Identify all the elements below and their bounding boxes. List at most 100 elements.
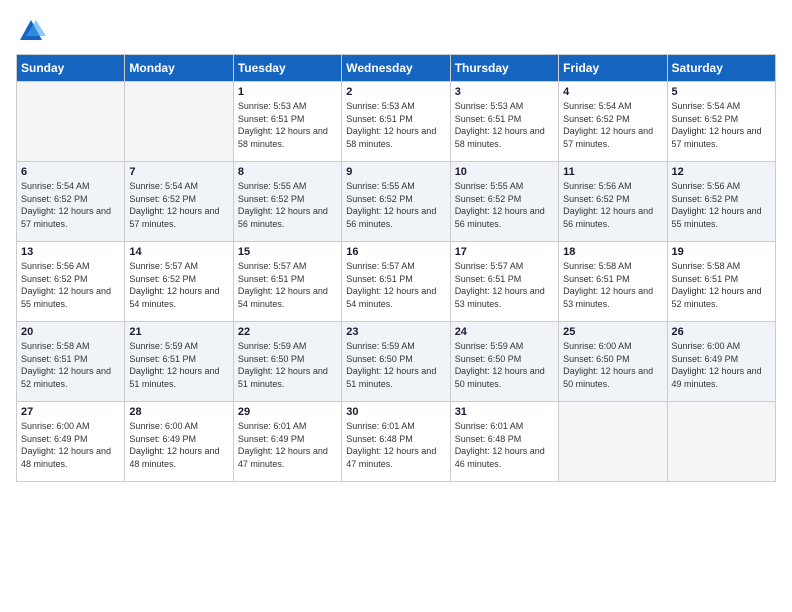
weekday-header-thursday: Thursday <box>450 55 558 82</box>
day-number: 6 <box>21 166 120 178</box>
calendar-cell <box>559 402 667 482</box>
day-number: 19 <box>672 246 771 258</box>
day-number: 8 <box>238 166 337 178</box>
day-number: 21 <box>129 326 228 338</box>
day-info: Sunrise: 5:58 AMSunset: 6:51 PMDaylight:… <box>672 260 771 310</box>
calendar-cell: 8 Sunrise: 5:55 AMSunset: 6:52 PMDaylight… <box>233 162 341 242</box>
day-info: Sunrise: 5:57 AMSunset: 6:51 PMDaylight:… <box>346 260 445 310</box>
week-row-5: 27Sunrise: 6:00 AMSunset: 6:49 PMDayligh… <box>17 402 776 482</box>
day-info: Sunrise: 5:54 AMSunset: 6:52 PMDaylight:… <box>21 180 120 230</box>
day-number: 13 <box>21 246 120 258</box>
day-number: 18 <box>563 246 662 258</box>
day-number: 12 <box>672 166 771 178</box>
weekday-header-saturday: Saturday <box>667 55 775 82</box>
calendar-cell: 27Sunrise: 6:00 AMSunset: 6:49 PMDayligh… <box>17 402 125 482</box>
day-number: 24 <box>455 326 554 338</box>
day-info: Sunrise: 5:59 AMSunset: 6:50 PMDaylight:… <box>238 340 337 390</box>
calendar-cell: 10Sunrise: 5:55 AMSunset: 6:52 PMDayligh… <box>450 162 558 242</box>
calendar-cell: 14 Sunrise: 5:57 AMSunset: 6:52 PMDayligh… <box>125 242 233 322</box>
day-info: Sunrise: 5:58 AMSunset: 6:51 PMDaylight:… <box>21 340 120 390</box>
day-number: 29 <box>238 406 337 418</box>
day-info: Sunrise: 6:00 AMSunset: 6:50 PMDaylight:… <box>563 340 662 390</box>
day-number: 2 <box>346 86 445 98</box>
calendar-cell: 30Sunrise: 6:01 AMSunset: 6:48 PMDayligh… <box>342 402 450 482</box>
calendar-cell: 29 Sunrise: 6:01 AMSunset: 6:49 PMDayligh… <box>233 402 341 482</box>
day-info: Sunrise: 5:56 AMSunset: 6:52 PMDaylight:… <box>21 260 120 310</box>
calendar-cell: 24 Sunrise: 5:59 AMSunset: 6:50 PMDayligh… <box>450 322 558 402</box>
day-info: Sunrise: 5:58 AMSunset: 6:51 PMDaylight:… <box>563 260 662 310</box>
day-info: Sunrise: 5:54 AMSunset: 6:52 PMDaylight:… <box>129 180 228 230</box>
calendar-cell: 4 Sunrise: 5:54 AMSunset: 6:52 PMDaylight… <box>559 82 667 162</box>
weekday-header-monday: Monday <box>125 55 233 82</box>
day-number: 26 <box>672 326 771 338</box>
day-info: Sunrise: 5:55 AMSunset: 6:52 PMDaylight:… <box>455 180 554 230</box>
weekday-header-sunday: Sunday <box>17 55 125 82</box>
day-number: 23 <box>346 326 445 338</box>
calendar-cell <box>125 82 233 162</box>
week-row-3: 13 Sunrise: 5:56 AMSunset: 6:52 PMDayligh… <box>17 242 776 322</box>
calendar-cell: 7 Sunrise: 5:54 AMSunset: 6:52 PMDaylight… <box>125 162 233 242</box>
calendar-cell: 11Sunrise: 5:56 AMSunset: 6:52 PMDayligh… <box>559 162 667 242</box>
day-info: Sunrise: 6:01 AMSunset: 6:48 PMDaylight:… <box>346 420 445 470</box>
week-row-4: 20 Sunrise: 5:58 AMSunset: 6:51 PMDayligh… <box>17 322 776 402</box>
day-info: Sunrise: 6:00 AMSunset: 6:49 PMDaylight:… <box>672 340 771 390</box>
day-info: Sunrise: 5:53 AMSunset: 6:51 PMDaylight:… <box>238 100 337 150</box>
weekday-header-wednesday: Wednesday <box>342 55 450 82</box>
calendar-cell: 22 Sunrise: 5:59 AMSunset: 6:50 PMDayligh… <box>233 322 341 402</box>
day-info: Sunrise: 5:54 AMSunset: 6:52 PMDaylight:… <box>563 100 662 150</box>
day-info: Sunrise: 5:53 AMSunset: 6:51 PMDaylight:… <box>346 100 445 150</box>
day-number: 7 <box>129 166 228 178</box>
calendar-cell: 15Sunrise: 5:57 AMSunset: 6:51 PMDayligh… <box>233 242 341 322</box>
calendar-cell: 13 Sunrise: 5:56 AMSunset: 6:52 PMDayligh… <box>17 242 125 322</box>
calendar-cell: 31 Sunrise: 6:01 AMSunset: 6:48 PMDayligh… <box>450 402 558 482</box>
weekday-header-tuesday: Tuesday <box>233 55 341 82</box>
day-info: Sunrise: 5:59 AMSunset: 6:51 PMDaylight:… <box>129 340 228 390</box>
calendar-cell: 28 Sunrise: 6:00 AMSunset: 6:49 PMDayligh… <box>125 402 233 482</box>
calendar-cell <box>667 402 775 482</box>
week-row-2: 6 Sunrise: 5:54 AMSunset: 6:52 PMDaylight… <box>17 162 776 242</box>
calendar: SundayMondayTuesdayWednesdayThursdayFrid… <box>16 54 776 482</box>
day-info: Sunrise: 5:57 AMSunset: 6:51 PMDaylight:… <box>455 260 554 310</box>
calendar-cell: 18 Sunrise: 5:58 AMSunset: 6:51 PMDayligh… <box>559 242 667 322</box>
day-info: Sunrise: 6:01 AMSunset: 6:49 PMDaylight:… <box>238 420 337 470</box>
calendar-cell <box>17 82 125 162</box>
day-info: Sunrise: 5:55 AMSunset: 6:52 PMDaylight:… <box>238 180 337 230</box>
day-number: 1 <box>238 86 337 98</box>
calendar-cell: 2 Sunrise: 5:53 AMSunset: 6:51 PMDaylight… <box>342 82 450 162</box>
calendar-cell: 25 Sunrise: 6:00 AMSunset: 6:50 PMDayligh… <box>559 322 667 402</box>
day-info: Sunrise: 5:59 AMSunset: 6:50 PMDaylight:… <box>455 340 554 390</box>
day-info: Sunrise: 5:57 AMSunset: 6:52 PMDaylight:… <box>129 260 228 310</box>
day-info: Sunrise: 6:00 AMSunset: 6:49 PMDaylight:… <box>21 420 120 470</box>
day-number: 9 <box>346 166 445 178</box>
day-info: Sunrise: 5:55 AMSunset: 6:52 PMDaylight:… <box>346 180 445 230</box>
day-number: 5 <box>672 86 771 98</box>
calendar-cell: 3 Sunrise: 5:53 AMSunset: 6:51 PMDaylight… <box>450 82 558 162</box>
calendar-cell: 6 Sunrise: 5:54 AMSunset: 6:52 PMDaylight… <box>17 162 125 242</box>
day-number: 11 <box>563 166 662 178</box>
calendar-cell: 23 Sunrise: 5:59 AMSunset: 6:50 PMDayligh… <box>342 322 450 402</box>
calendar-cell: 9 Sunrise: 5:55 AMSunset: 6:52 PMDaylight… <box>342 162 450 242</box>
day-info: Sunrise: 5:53 AMSunset: 6:51 PMDaylight:… <box>455 100 554 150</box>
week-row-1: 1 Sunrise: 5:53 AMSunset: 6:51 PMDaylight… <box>17 82 776 162</box>
day-number: 3 <box>455 86 554 98</box>
day-info: Sunrise: 6:00 AMSunset: 6:49 PMDaylight:… <box>129 420 228 470</box>
weekday-header-friday: Friday <box>559 55 667 82</box>
day-number: 14 <box>129 246 228 258</box>
header <box>16 16 776 46</box>
calendar-cell: 16Sunrise: 5:57 AMSunset: 6:51 PMDayligh… <box>342 242 450 322</box>
day-number: 28 <box>129 406 228 418</box>
day-info: Sunrise: 5:57 AMSunset: 6:51 PMDaylight:… <box>238 260 337 310</box>
calendar-cell: 20 Sunrise: 5:58 AMSunset: 6:51 PMDayligh… <box>17 322 125 402</box>
day-number: 4 <box>563 86 662 98</box>
day-info: Sunrise: 5:59 AMSunset: 6:50 PMDaylight:… <box>346 340 445 390</box>
calendar-cell: 17Sunrise: 5:57 AMSunset: 6:51 PMDayligh… <box>450 242 558 322</box>
day-number: 22 <box>238 326 337 338</box>
day-info: Sunrise: 6:01 AMSunset: 6:48 PMDaylight:… <box>455 420 554 470</box>
day-number: 31 <box>455 406 554 418</box>
calendar-cell: 5Sunrise: 5:54 AMSunset: 6:52 PMDaylight… <box>667 82 775 162</box>
calendar-cell: 1 Sunrise: 5:53 AMSunset: 6:51 PMDaylight… <box>233 82 341 162</box>
day-number: 25 <box>563 326 662 338</box>
day-number: 20 <box>21 326 120 338</box>
logo <box>16 16 50 46</box>
calendar-cell: 26 Sunrise: 6:00 AMSunset: 6:49 PMDayligh… <box>667 322 775 402</box>
